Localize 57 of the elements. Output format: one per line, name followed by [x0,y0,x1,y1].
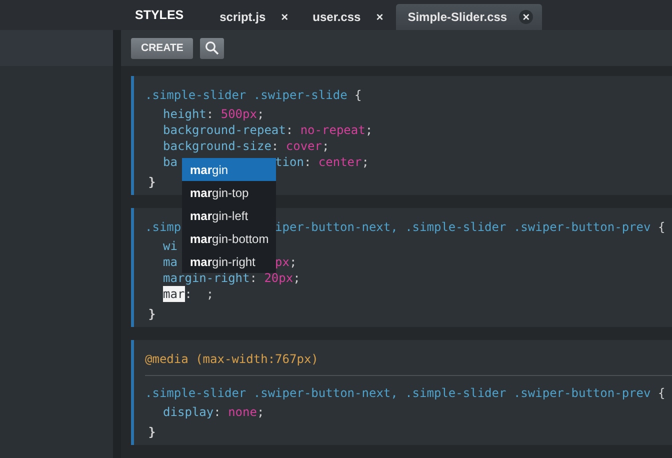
file-tab[interactable]: script.js × [208,4,301,30]
code-token: .simp [145,219,182,235]
code-token: margin-right [163,270,250,286]
close-button[interactable]: × [278,10,292,24]
code-token: cover [286,138,322,154]
code-token: : [206,106,215,122]
code-token: px [275,254,290,270]
close-button[interactable]: × [519,10,534,24]
typed-text: mar [163,286,185,302]
search-button[interactable] [200,38,224,58]
code-token: { [656,219,666,235]
code-token: : [250,270,258,286]
code-token: ; [322,138,330,154]
code-token: : ; [184,286,214,302]
code-token: ba [163,154,178,170]
panel-title: STYLES [134,8,185,22]
code-token: : [271,138,280,154]
code-token: background-size [163,138,272,154]
code-token: height [163,106,206,122]
code-token: { [656,385,666,401]
suggestion-item[interactable]: margin [182,158,276,181]
search-icon [205,41,220,55]
close-button[interactable]: × [372,10,387,24]
code-token: wi [163,238,178,254]
code-token: ; [365,122,373,138]
code-token: tion [275,154,304,170]
code-token: none [228,404,257,420]
code-token: background-repeat [163,122,286,138]
code-token: ; [362,154,369,170]
code-token: ma [163,254,178,270]
code-token: 20px [264,270,294,286]
suggestion-item[interactable]: margin-right [182,250,276,273]
code-token: } [148,424,156,440]
file-tab[interactable]: Simple-Slider.css × [396,4,542,30]
code-token: iper-button-next, .simple-slider .swiper-button-prev [275,219,651,235]
code-token: no-repeat [300,122,366,138]
code-token: ; [289,254,297,270]
code-token: } [148,306,156,322]
code-token: } [148,174,156,190]
code-token: : [304,154,312,170]
code-token: ; [256,404,264,420]
code-token: 500px [220,106,257,122]
code-token: { [354,87,362,103]
file-tab[interactable]: user.css × [300,4,396,30]
code-token: ; [293,270,300,286]
code-token: display [163,404,214,420]
suggestion-item[interactable]: margin-bottom [182,227,276,250]
suggestion-item[interactable]: margin-top [182,181,276,204]
create-button[interactable]: CREATE [131,38,194,58]
code-token: center [318,154,362,170]
code-token: .simple-slider .swiper-slide [145,87,348,103]
code-token: ; [256,106,264,122]
suggestion-item[interactable]: margin-left [182,204,276,227]
code-token: .simple-slider .swiper-button-next, .simple-slider .swiper-button-prev [145,385,651,401]
code-token: : [214,404,222,420]
media-query: @media (max-width:767px) [145,352,318,366]
code-token: : [286,122,294,138]
